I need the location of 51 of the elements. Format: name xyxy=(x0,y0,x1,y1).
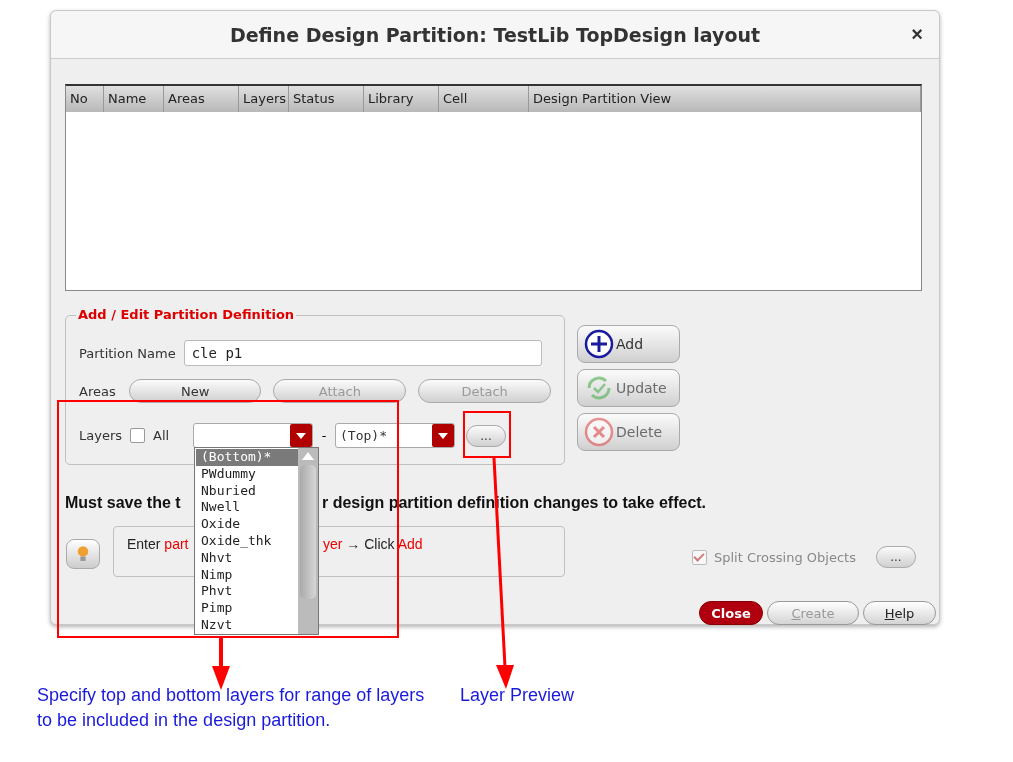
annotation-text: Layer Preview xyxy=(460,684,575,707)
hint-text: Enter part xyxy=(127,536,190,554)
close-button[interactable]: × xyxy=(911,23,923,46)
layer-option[interactable]: Oxide xyxy=(196,516,298,533)
layer-option[interactable]: Nimp xyxy=(196,566,298,584)
field-label: Partition Name xyxy=(79,345,176,361)
tip-button[interactable] xyxy=(66,539,100,569)
layer-option[interactable]: (Bottom)* xyxy=(196,449,298,466)
layer-option[interactable]: Oxide_thk xyxy=(196,533,298,550)
layer-preview-button[interactable]: ... xyxy=(466,424,506,447)
caret-icon xyxy=(432,424,454,447)
notice-text: Must save the t xyxy=(65,494,182,512)
all-checkbox[interactable] xyxy=(130,428,146,443)
caret-icon xyxy=(290,424,312,447)
top-layer-combo[interactable]: (Top)* xyxy=(335,423,455,448)
layer-option[interactable]: Pimp xyxy=(196,600,298,617)
column-header[interactable]: Areas xyxy=(164,86,239,112)
column-header[interactable]: Name xyxy=(104,86,164,112)
checkbox-label: All xyxy=(153,428,170,443)
scrollbar[interactable] xyxy=(298,448,318,634)
layer-option[interactable]: Phvt xyxy=(196,583,298,601)
plus-icon xyxy=(584,329,614,359)
window-title: Define Design Partition: TestLib TopDesign layout xyxy=(229,23,761,46)
column-header[interactable]: No xyxy=(66,86,104,112)
group-title: Add / Edit Partition Definition xyxy=(76,307,297,322)
layer-option[interactable]: Nzvt xyxy=(196,616,298,634)
arrow xyxy=(212,638,230,690)
annotation-text: Specify top and bottom layers for range of layers to be included in the design partition. xyxy=(37,684,426,732)
bottom-layer-combo[interactable] xyxy=(193,423,313,448)
layer-option[interactable]: Nwell xyxy=(196,499,298,517)
lightbulb-icon xyxy=(76,545,90,563)
layer-option[interactable]: PWdummy xyxy=(196,465,298,483)
field-label: Layers xyxy=(79,428,123,443)
column-header[interactable]: Layers xyxy=(239,86,289,112)
delete-icon xyxy=(584,417,614,447)
add-button[interactable]: Add xyxy=(577,325,680,363)
column-header[interactable]: Design Partition View xyxy=(529,86,921,112)
close-button[interactable]: Close xyxy=(699,601,763,625)
layer-option[interactable]: Nburied xyxy=(196,482,298,500)
field-label: Areas xyxy=(79,383,116,399)
column-header[interactable]: Cell xyxy=(439,86,529,112)
hint-text: yer → Click Add xyxy=(323,536,423,554)
dialog-button[interactable]: Help xyxy=(863,601,936,625)
range-separator: - xyxy=(320,428,328,443)
column-header[interactable]: Status xyxy=(289,86,364,112)
column-header[interactable]: Library xyxy=(364,86,439,112)
area-button[interactable]: New xyxy=(128,379,262,403)
partition-name-field[interactable]: cle_p1 xyxy=(183,340,542,366)
highlight-frame xyxy=(463,411,511,458)
checkbox-label: Split Crossing Objects xyxy=(714,549,856,565)
layer-option[interactable]: Nhvt xyxy=(196,549,298,567)
